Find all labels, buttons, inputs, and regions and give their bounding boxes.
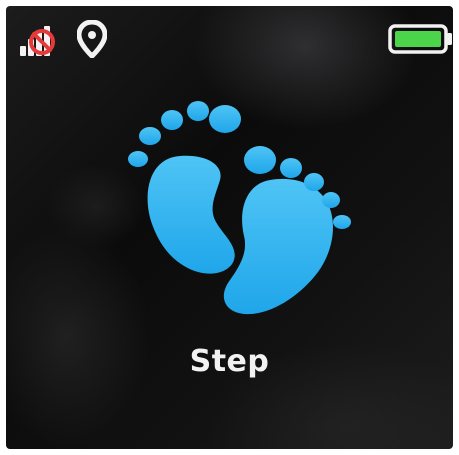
app-label: Step <box>189 344 270 379</box>
watch-screen: Step <box>6 6 453 449</box>
signal-bars-no-sim-icon <box>20 26 55 56</box>
battery-icon <box>388 24 452 54</box>
location-pin-icon <box>77 20 107 58</box>
footprints-icon[interactable] <box>120 96 365 326</box>
status-bar <box>6 6 453 76</box>
